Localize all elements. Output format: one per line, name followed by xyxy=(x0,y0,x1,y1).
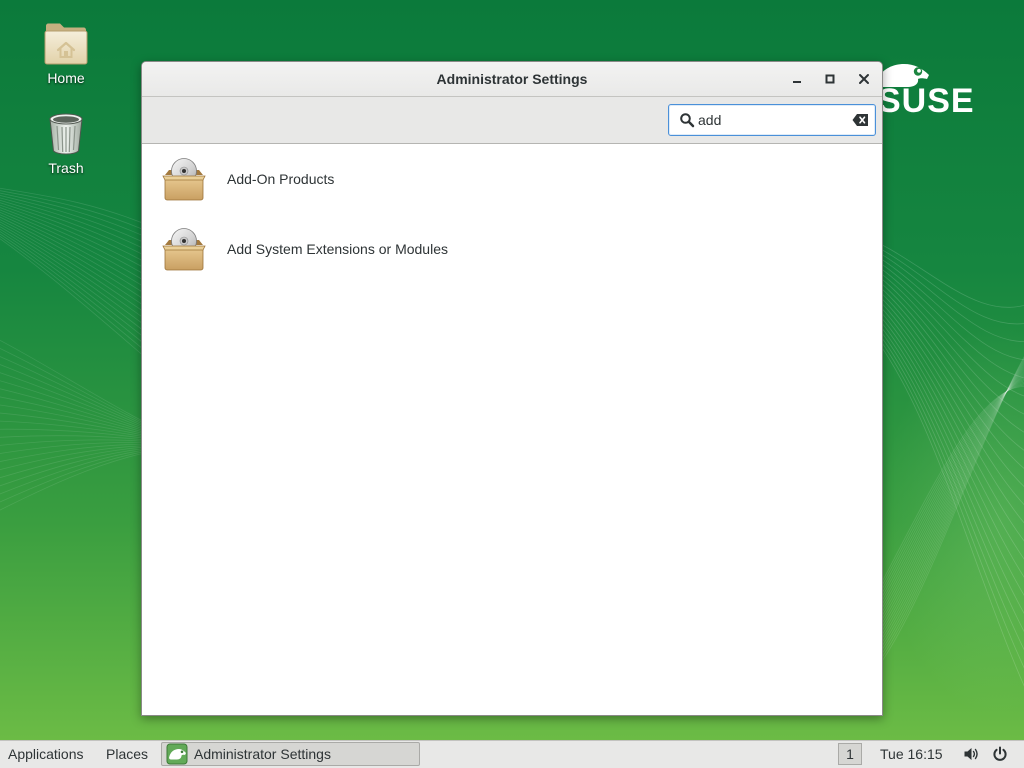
search-icon xyxy=(680,113,695,128)
background-wave-line xyxy=(0,396,161,438)
places-menu[interactable]: Places xyxy=(106,741,148,768)
background-wave-line xyxy=(0,449,161,511)
background-wave-line xyxy=(0,231,161,351)
search-input[interactable] xyxy=(698,105,848,135)
search-field[interactable] xyxy=(668,104,876,136)
workspace-switcher[interactable]: 1 xyxy=(838,743,862,765)
results-list: Add-On Products Add System Extensions or… xyxy=(142,144,882,715)
background-wave-line xyxy=(0,412,161,439)
background-wave-line xyxy=(0,428,161,441)
background-wave-line xyxy=(0,223,161,331)
background-wave-line xyxy=(0,190,161,238)
background-wave-line xyxy=(0,207,161,284)
package-cd-icon xyxy=(162,158,206,201)
background-wave-line xyxy=(0,435,161,442)
background-wave-line xyxy=(0,420,161,440)
suse-logo-text: SUSE xyxy=(878,82,975,120)
background-wave-line xyxy=(0,228,161,344)
background-wave-line xyxy=(0,443,161,462)
suse-logo: SUSE xyxy=(874,58,984,118)
volume-icon[interactable] xyxy=(963,746,979,762)
background-wave-line xyxy=(0,211,161,298)
clear-text-icon xyxy=(852,114,868,126)
background-wave-line xyxy=(0,380,161,436)
background-wave-line xyxy=(0,339,161,431)
background-wave-line xyxy=(0,447,161,495)
background-wave-line xyxy=(0,235,161,364)
background-wave-line xyxy=(0,209,161,291)
background-wave-line xyxy=(0,204,161,278)
close-button[interactable] xyxy=(852,67,876,91)
background-wave-line xyxy=(0,195,161,251)
background-wave-line xyxy=(0,445,161,479)
background-wave-line xyxy=(0,221,161,324)
clear-search-button[interactable] xyxy=(851,112,869,128)
yast-icon xyxy=(166,743,188,765)
minimize-button[interactable] xyxy=(785,67,809,91)
package-cd-icon xyxy=(162,228,206,271)
desktop-icon-label: Home xyxy=(47,70,85,86)
close-icon xyxy=(859,74,869,84)
window-toolbar xyxy=(142,97,882,144)
background-wave-line xyxy=(0,187,161,231)
home-folder-icon xyxy=(44,23,88,65)
background-wave-line xyxy=(0,444,161,471)
power-icon[interactable] xyxy=(992,746,1008,762)
applications-menu[interactable]: Applications xyxy=(8,741,84,768)
clock[interactable]: Tue 16:15 xyxy=(880,741,943,768)
minimize-icon xyxy=(793,81,801,83)
maximize-button[interactable] xyxy=(818,67,842,91)
background-wave-line xyxy=(0,197,161,258)
background-wave-line xyxy=(0,348,161,432)
background-wave-line xyxy=(0,388,161,437)
background-wave-line xyxy=(0,219,161,317)
bottom-panel: Applications Places Administrator Settin… xyxy=(0,740,1024,768)
desktop-icon-label: Trash xyxy=(48,160,84,176)
administrator-settings-window: Administrator Settings add Add-On Produc… xyxy=(141,61,883,716)
background-wave-line xyxy=(0,356,161,433)
background-wave-line xyxy=(0,199,161,264)
desktop-icon-home[interactable]: Home xyxy=(21,20,111,86)
background-wave-line xyxy=(0,372,161,435)
result-item-add-system-extensions[interactable]: Add System Extensions or Modules xyxy=(142,214,882,284)
desktop-icon-trash[interactable]: Trash xyxy=(21,110,111,176)
maximize-icon xyxy=(825,74,835,84)
background-wave-line xyxy=(0,404,161,439)
background-wave-line xyxy=(0,216,161,311)
trash-icon xyxy=(49,113,83,155)
background-wave-line xyxy=(0,439,161,446)
background-wave-line xyxy=(0,226,161,337)
taskbar-item-administrator-settings[interactable]: Administrator Settings xyxy=(161,742,420,766)
background-wave-line xyxy=(0,214,161,304)
background-wave-line xyxy=(0,364,161,434)
result-item-label: Add-On Products xyxy=(227,171,335,187)
window-title: Administrator Settings xyxy=(436,71,588,87)
result-item-label: Add System Extensions or Modules xyxy=(227,241,448,257)
background-wave-line xyxy=(0,448,161,503)
background-wave-line xyxy=(0,238,161,371)
background-wave-line xyxy=(0,202,161,271)
background-wave-line xyxy=(0,442,161,454)
result-item-add-on-products[interactable]: Add-On Products xyxy=(142,144,882,214)
window-titlebar[interactable]: Administrator Settings xyxy=(142,62,882,97)
background-wave-line xyxy=(0,233,161,357)
background-wave-line xyxy=(0,446,161,487)
taskbar-item-label: Administrator Settings xyxy=(194,746,331,762)
background-wave-line xyxy=(0,192,161,244)
